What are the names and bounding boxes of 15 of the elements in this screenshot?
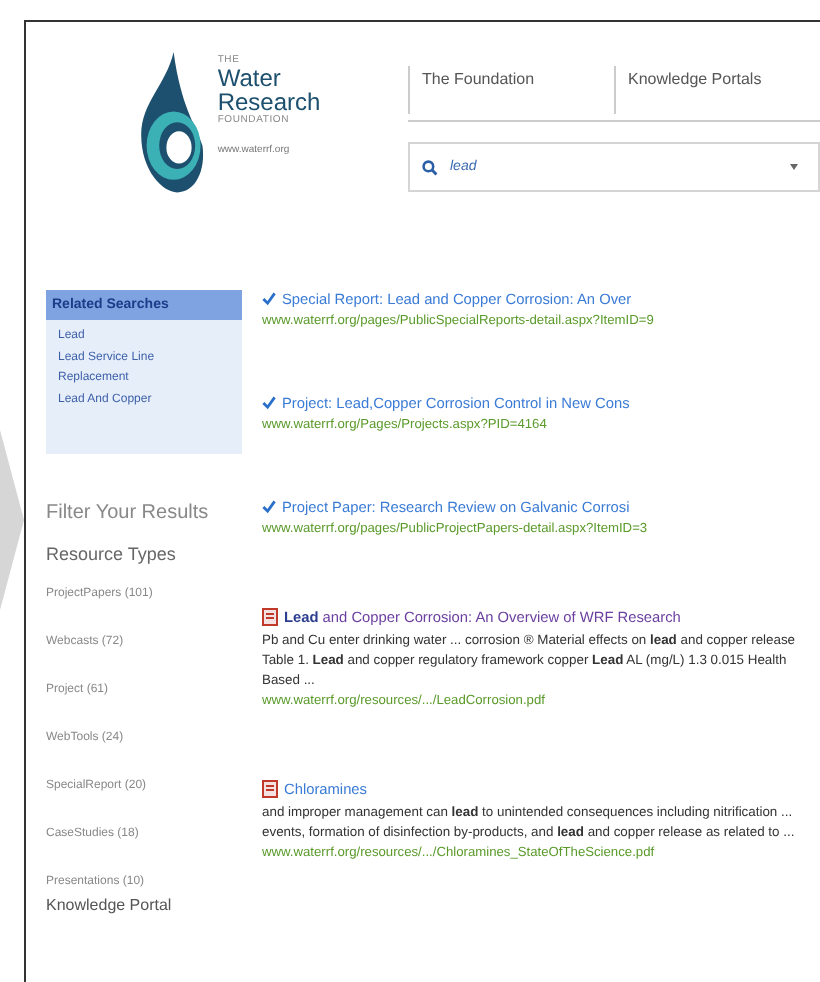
checkmark-icon <box>262 500 276 514</box>
resource-types-heading: Resource Types <box>46 544 178 564</box>
pdf-icon <box>262 608 278 626</box>
chevron-icon <box>0 430 24 610</box>
logo-text: Water <box>217 66 283 90</box>
checkmark-icon <box>262 292 276 306</box>
section-heading: Knowledge Portal <box>46 896 174 914</box>
nav-link[interactable]: The Foundation <box>408 66 614 114</box>
dropdown-caret-icon[interactable] <box>790 164 798 170</box>
filter-heading: Filter Your Results <box>46 502 211 524</box>
pdf-icon <box>262 780 278 798</box>
logo-text: Research <box>217 90 321 114</box>
nav-link[interactable]: Knowledge Portals <box>614 66 820 114</box>
search-icon <box>422 159 438 175</box>
checkmark-icon <box>262 396 276 410</box>
